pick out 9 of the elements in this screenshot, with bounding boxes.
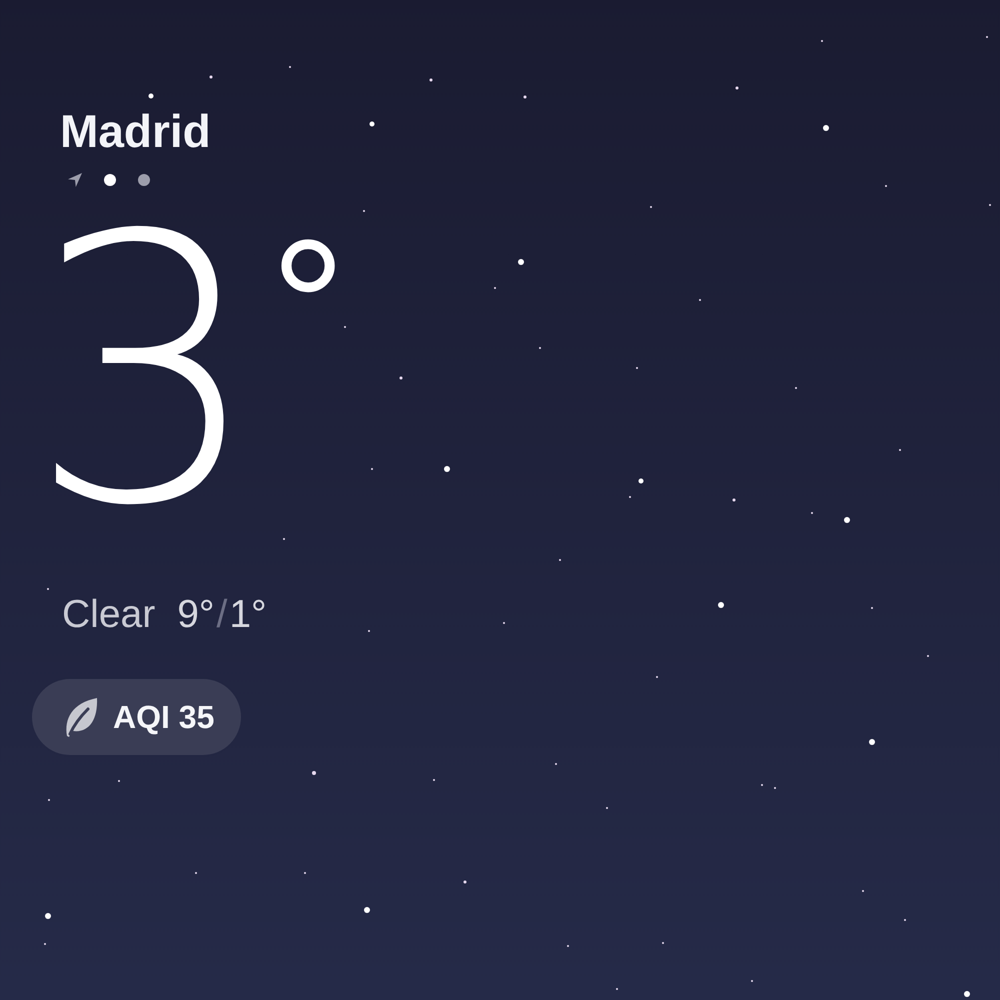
degree-symbol: ° (270, 231, 346, 383)
leaf-icon (64, 697, 98, 738)
weather-condition: Clear (62, 592, 156, 638)
city-name: Madrid (60, 105, 211, 158)
air-quality-button[interactable]: AQI 35 (32, 679, 242, 756)
temperature-value: 3 (28, 225, 262, 520)
temperature-separator: / (216, 592, 228, 638)
low-temperature: 1° (229, 592, 267, 638)
high-temperature: 9° (177, 592, 214, 638)
